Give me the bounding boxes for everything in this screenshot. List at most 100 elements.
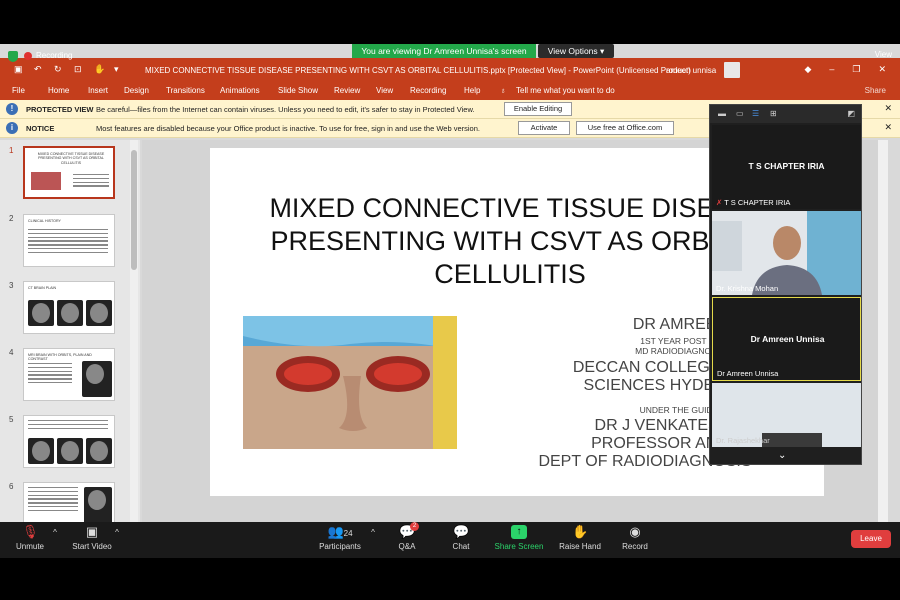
ribbon-tabs: File Home Insert Design Transitions Anim… — [0, 82, 900, 100]
hide-video-icon[interactable]: ▭ — [736, 109, 744, 118]
thumb-photo — [31, 172, 61, 190]
audio-options-chevron-icon[interactable]: ^ — [50, 528, 60, 537]
tab-recording[interactable]: Recording — [410, 86, 446, 95]
notice-message: Most features are disabled because your … — [96, 124, 480, 133]
tab-design[interactable]: Design — [124, 86, 149, 95]
present-icon[interactable]: ⊡ — [74, 64, 84, 74]
tab-home[interactable]: Home — [48, 86, 69, 95]
slide-thumbnail-4[interactable]: MRI BRAIN WITH ORBITS, PLAIN AND CONTRAS… — [23, 348, 115, 401]
tab-animations[interactable]: Animations — [220, 86, 260, 95]
tell-me-input[interactable]: Tell me what you want to do — [516, 86, 615, 95]
close-notice-icon[interactable]: ✕ — [884, 122, 892, 133]
quick-access-toolbar: ▣ ↶ ↻ ⊡ ✋ ▾ — [14, 64, 124, 74]
tab-transitions[interactable]: Transitions — [166, 86, 205, 95]
thumb-title: MIXED CONNECTIVE TISSUE DISEASE PRESENTI… — [37, 152, 105, 165]
undo-icon[interactable]: ↶ — [34, 64, 44, 74]
thumb-number: 5 — [9, 415, 14, 424]
enable-editing-button[interactable]: Enable Editing — [504, 102, 572, 116]
ct-image — [28, 300, 54, 326]
notice-label: NOTICE — [26, 124, 55, 133]
participants-button[interactable]: 👥24 Participants — [316, 524, 364, 552]
close-bar-icon[interactable]: ✕ — [884, 103, 892, 114]
slide-thumbnail-3[interactable]: CT BRAIN PLAIN — [23, 281, 115, 334]
recording-dot-icon — [24, 51, 32, 60]
participants-chevron-icon[interactable]: ^ — [368, 528, 378, 537]
close-icon[interactable]: ✕ — [878, 64, 886, 75]
use-free-button[interactable]: Use free at Office.com — [576, 121, 674, 135]
redo-icon[interactable]: ↻ — [54, 64, 64, 74]
record-button[interactable]: ◉ Record — [620, 525, 650, 552]
video-options-chevron-icon[interactable]: ^ — [112, 528, 122, 537]
thumbnail-scrollbar[interactable] — [130, 140, 138, 522]
mri-image — [86, 438, 112, 464]
ribbon-options-icon[interactable]: ◆ — [804, 64, 811, 75]
tab-slide-show[interactable]: Slide Show — [278, 86, 318, 95]
tile-name: Dr. Krishna Mohan — [716, 284, 779, 293]
thumb-title: CLINICAL HISTORY — [28, 219, 61, 223]
restore-icon[interactable]: ❐ — [852, 64, 860, 75]
slide-thumbnail-5[interactable] — [23, 415, 115, 468]
save-icon[interactable]: ▣ — [14, 64, 24, 74]
thumb-title: CT BRAIN PLAIN — [28, 286, 57, 290]
chat-button[interactable]: 💬 Chat — [448, 525, 474, 552]
tab-file[interactable]: File — [12, 86, 25, 95]
tab-review[interactable]: Review — [334, 86, 360, 95]
view-button[interactable]: View — [875, 50, 892, 59]
slide-thumbnail-1[interactable]: MIXED CONNECTIVE TISSUE DISEASE PRESENTI… — [23, 146, 115, 199]
shield-info-icon: ! — [6, 103, 18, 115]
recording-indicator: Recording — [24, 51, 72, 60]
tile-name: Dr. Rajashekhar — [716, 436, 770, 445]
tab-view[interactable]: View — [376, 86, 393, 95]
participants-icon: 👥24 — [327, 524, 353, 539]
leave-button[interactable]: Leave — [851, 530, 891, 548]
info-icon: i — [6, 122, 18, 134]
video-off-icon: ▣ — [85, 524, 99, 539]
tile-center-name: Dr Amreen Unnisa — [750, 334, 825, 344]
video-tile-host[interactable]: T S CHAPTER IRIA ✗ T S CHAPTER IRIA — [712, 125, 861, 209]
raise-hand-button[interactable]: ✋ Raise Hand — [558, 525, 602, 552]
tile-name: Dr Amreen Unnisa — [717, 369, 779, 378]
security-shield-icon[interactable] — [8, 51, 18, 62]
tab-insert[interactable]: Insert — [88, 86, 108, 95]
video-tile-krishna[interactable]: Dr. Krishna Mohan — [712, 211, 861, 295]
tile-center-name: T S CHAPTER IRIA — [748, 161, 825, 171]
slide-thumbnail-2[interactable]: CLINICAL HISTORY — [23, 214, 115, 267]
mri-image — [57, 438, 83, 464]
video-tile-rajashekhar[interactable]: Dr. Rajashekhar — [712, 383, 861, 447]
touch-mode-icon[interactable]: ✋ — [94, 64, 105, 74]
qa-button[interactable]: 💬 2 Q&A — [394, 522, 420, 551]
minimize-panel-icon[interactable]: ▬ — [718, 109, 726, 118]
strip-view-icon[interactable]: ☰ — [752, 109, 759, 118]
protected-view-message: Be careful—files from the Internet can c… — [96, 105, 475, 114]
thumb-number: 1 — [9, 146, 14, 155]
slide-scrollbar[interactable] — [878, 140, 888, 522]
unmute-button[interactable]: 🎙 Unmute — [12, 524, 48, 552]
share-button[interactable]: Share — [865, 86, 886, 95]
mri-image — [28, 438, 54, 464]
meeting-toolbar: 🎙 Unmute ^ ▣ Start Video ^ 👥24 Participa… — [0, 522, 900, 558]
lightbulb-icon: ♁ — [500, 86, 506, 95]
participants-count: 24 — [343, 529, 353, 538]
window-controls: ◆ – ❐ ✕ — [804, 64, 886, 75]
thumb-number: 3 — [9, 281, 14, 290]
activate-button[interactable]: Activate — [518, 121, 570, 135]
slide-thumbnail-6[interactable] — [23, 482, 115, 522]
thumb-number: 4 — [9, 348, 14, 357]
customize-qat-icon[interactable]: ▾ — [114, 64, 124, 74]
video-panel-header: ▬ ▭ ☰ ⊞ ◩ — [710, 105, 861, 123]
video-tile-amreen[interactable]: Dr Amreen Unnisa Dr Amreen Unnisa — [712, 297, 861, 381]
user-name[interactable]: ameen unnisa — [666, 66, 716, 75]
minimize-icon[interactable]: – — [829, 64, 834, 75]
gallery-view-icon[interactable]: ⊞ — [770, 109, 777, 118]
patient-photo — [243, 316, 457, 449]
view-options-button[interactable]: View Options ▾ — [538, 44, 614, 58]
mic-muted-icon: 🎙 — [22, 524, 39, 539]
start-video-button[interactable]: ▣ Start Video — [70, 524, 114, 552]
thumb-number: 2 — [9, 214, 14, 223]
slide-title: MIXED CONNECTIVE TISSUE DISEAS PRESENTIN… — [269, 193, 751, 289]
tab-help[interactable]: Help — [464, 86, 480, 95]
avatar[interactable] — [724, 62, 740, 78]
chevron-down-icon[interactable]: ⌄ — [778, 450, 786, 461]
pop-out-icon[interactable]: ◩ — [847, 109, 855, 118]
share-screen-button[interactable]: ↑ Share Screen — [494, 525, 544, 551]
